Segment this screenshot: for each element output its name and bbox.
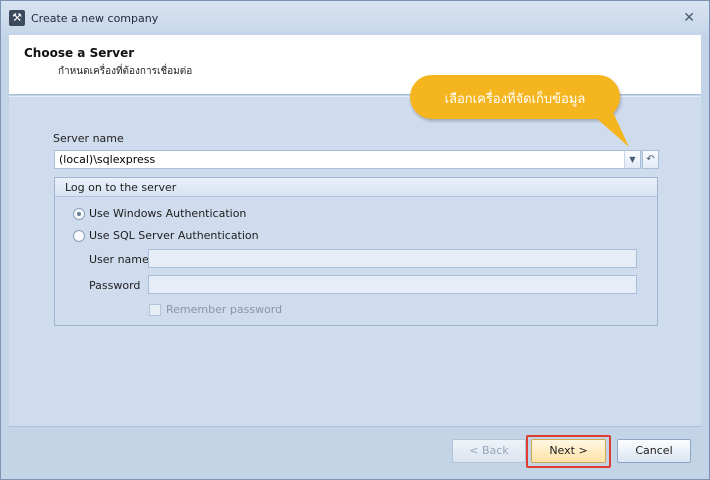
next-button-highlight [526, 435, 611, 468]
remember-password-label[interactable]: Remember password [166, 303, 282, 316]
callout-text: เลือกเครื่องที่จัดเก็บข้อมูล [444, 92, 586, 107]
password-field[interactable] [148, 275, 637, 294]
title-bar: ⚒ Create a new company ✕ [1, 1, 709, 35]
page-title: Choose a Server [24, 46, 135, 60]
sql-auth-radio[interactable] [73, 230, 85, 242]
logon-group-header: Log on to the server [55, 178, 657, 197]
app-icon: ⚒ [9, 10, 25, 26]
window-title: Create a new company [31, 12, 159, 25]
sql-auth-label[interactable]: Use SQL Server Authentication [89, 229, 259, 242]
password-label: Password [89, 279, 141, 292]
windows-auth-radio[interactable] [73, 208, 85, 220]
windows-auth-label[interactable]: Use Windows Authentication [89, 207, 246, 220]
close-icon[interactable]: ✕ [683, 10, 695, 26]
back-button[interactable]: < Back [452, 439, 526, 463]
page-subtitle: กำหนดเครื่องที่ต้องการเชื่อมต่อ [58, 66, 193, 77]
logon-group-title: Log on to the server [65, 181, 177, 194]
cancel-button[interactable]: Cancel [617, 439, 691, 463]
server-name-combobox[interactable]: (local)\sqlexpress ▼ [54, 150, 641, 169]
server-name-value[interactable]: (local)\sqlexpress [59, 153, 155, 166]
callout-bubble: เลือกเครื่องที่จัดเก็บข้อมูล [410, 75, 620, 119]
server-name-label: Server name [53, 132, 124, 145]
remember-password-checkbox[interactable] [149, 304, 161, 316]
logon-groupbox: Log on to the server Use Windows Authent… [54, 177, 658, 326]
chevron-down-icon[interactable]: ▼ [624, 151, 640, 168]
create-company-dialog: ⚒ Create a new company ✕ Choose a Server… [0, 0, 710, 480]
username-field[interactable] [148, 249, 637, 268]
username-label: User name [89, 253, 149, 266]
refresh-servers-button[interactable]: ↶ [642, 150, 659, 169]
